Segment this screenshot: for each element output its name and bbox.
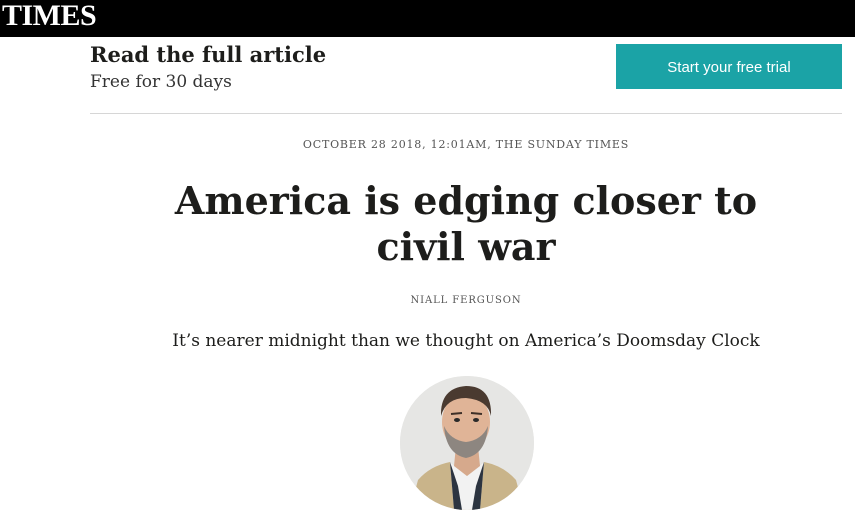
headline-line-2: civil war	[376, 224, 556, 269]
author-portrait-icon	[400, 376, 534, 510]
promo-title: Read the full article	[90, 42, 327, 67]
divider	[90, 113, 842, 114]
promo-subtitle: Free for 30 days	[90, 72, 232, 92]
author-byline[interactable]: NIALL FERGUSON	[0, 295, 855, 306]
times-logo[interactable]: TIMES	[2, 1, 97, 31]
masthead-bar: TIMES	[0, 0, 855, 37]
article-headline: America is edging closer to civil war	[110, 178, 822, 270]
headline-line-1: America is edging closer to	[174, 178, 758, 223]
article-standfirst: It’s nearer midnight than we thought on …	[172, 331, 760, 351]
start-free-trial-button[interactable]: Start your free trial	[616, 44, 842, 89]
author-photo	[400, 376, 534, 510]
article-dateline: OCTOBER 28 2018, 12:01AM, THE SUNDAY TIM…	[302, 138, 630, 151]
